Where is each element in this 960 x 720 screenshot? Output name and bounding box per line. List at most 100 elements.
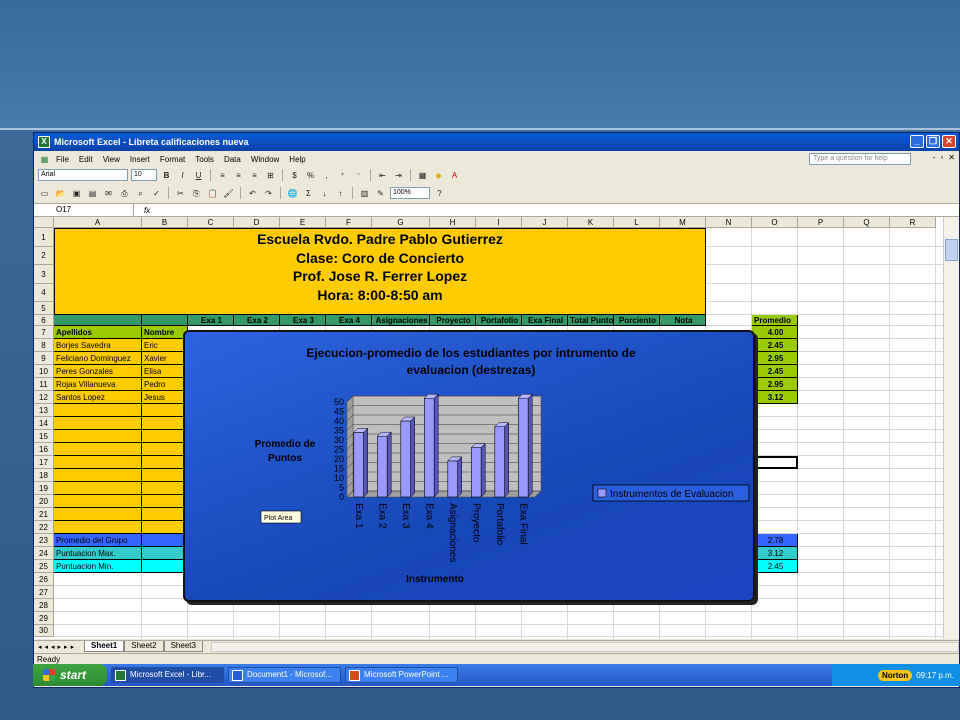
menu-window[interactable]: Window — [246, 155, 284, 164]
column-header[interactable]: C — [188, 217, 234, 228]
column-label[interactable]: Exa 4 — [326, 315, 372, 326]
start-button[interactable]: start — [33, 664, 107, 686]
column-header[interactable]: L — [614, 217, 660, 228]
summary-spacer[interactable] — [142, 534, 188, 547]
row-header[interactable]: 4 — [34, 284, 54, 302]
column-header[interactable]: P — [798, 217, 844, 228]
column-label[interactable]: Exa 3 — [280, 315, 326, 326]
row-header[interactable]: 25 — [34, 560, 54, 573]
empty-cell[interactable] — [142, 417, 188, 430]
merge-center-icon[interactable]: ⊞ — [264, 169, 277, 182]
borders-icon[interactable]: ▦ — [416, 169, 429, 182]
row-header[interactable]: 3 — [34, 265, 54, 284]
empty-cell[interactable] — [142, 404, 188, 417]
spelling-icon[interactable]: ✓ — [150, 187, 163, 200]
row-header[interactable]: 22 — [34, 521, 54, 534]
doc-minimize-icon[interactable]: - — [933, 153, 936, 162]
summary-label[interactable]: Puntuacion Max. — [54, 547, 142, 560]
row-header[interactable]: 20 — [34, 495, 54, 508]
tab-sheet2[interactable]: Sheet2 — [124, 641, 164, 652]
font-name-combo[interactable]: Arial — [38, 169, 128, 181]
zoom-combo[interactable]: 100% — [390, 187, 430, 199]
apellidos-header[interactable]: Apellidos — [54, 326, 142, 339]
doc-restore-icon[interactable]: ▫ — [940, 153, 943, 162]
print-icon[interactable]: ⎙ — [118, 187, 131, 200]
row-header[interactable]: 27 — [34, 586, 54, 599]
row-header[interactable]: 24 — [34, 547, 54, 560]
row-header[interactable]: 26 — [34, 573, 54, 586]
menu-insert[interactable]: Insert — [125, 155, 155, 164]
column-header[interactable]: F — [326, 217, 372, 228]
empty-cell[interactable] — [142, 482, 188, 495]
column-label[interactable]: Asignaciones — [372, 315, 430, 326]
header-spacer[interactable] — [54, 315, 142, 326]
print-preview-icon[interactable]: ⌕ — [134, 187, 147, 200]
format-painter-icon[interactable]: 🖌 — [222, 187, 235, 200]
help-icon[interactable]: ? — [433, 187, 446, 200]
drawing-icon[interactable]: ✎ — [374, 187, 387, 200]
student-nombre[interactable]: Pedro — [142, 378, 188, 391]
currency-icon[interactable]: $ — [288, 169, 301, 182]
column-label[interactable]: Exa 1 — [188, 315, 234, 326]
empty-cell[interactable] — [142, 495, 188, 508]
chart-wizard-icon[interactable]: ▥ — [358, 187, 371, 200]
row-header[interactable]: 2 — [34, 247, 54, 265]
row-header[interactable]: 5 — [34, 302, 54, 315]
cut-icon[interactable]: ✂ — [174, 187, 187, 200]
menu-format[interactable]: Format — [155, 155, 190, 164]
tab-nav-arrows[interactable]: ◂◂◂▸▸▸ — [34, 643, 84, 651]
percent-icon[interactable]: % — [304, 169, 317, 182]
empty-cell[interactable] — [54, 430, 142, 443]
sort-asc-icon[interactable]: ↓ — [318, 187, 331, 200]
column-header[interactable]: H — [430, 217, 476, 228]
row-header[interactable]: 30 — [34, 625, 54, 637]
italic-button[interactable]: I — [176, 169, 189, 182]
horizontal-scrollbar[interactable] — [210, 641, 959, 652]
row-header[interactable]: 8 — [34, 339, 54, 352]
empty-cell[interactable] — [54, 469, 142, 482]
column-header[interactable]: K — [568, 217, 614, 228]
scroll-thumb[interactable] — [945, 239, 958, 261]
menu-edit[interactable]: Edit — [74, 155, 98, 164]
fill-color-icon[interactable]: ◆ — [432, 169, 445, 182]
empty-cell[interactable] — [54, 495, 142, 508]
column-header[interactable]: Q — [844, 217, 890, 228]
chart-object[interactable]: Ejecucion-promedio de los estudiantes po… — [183, 330, 755, 602]
column-label[interactable]: Nota — [660, 315, 706, 326]
norton-badge[interactable]: Norton — [877, 669, 913, 681]
autosum-icon[interactable]: Σ — [302, 187, 315, 200]
column-header[interactable]: I — [476, 217, 522, 228]
task-word[interactable]: Document1 - Microsof... — [228, 667, 341, 683]
select-all-corner[interactable] — [34, 217, 54, 228]
email-icon[interactable]: ✉ — [102, 187, 115, 200]
column-header[interactable]: E — [280, 217, 326, 228]
new-icon[interactable]: ▭ — [38, 187, 51, 200]
name-box[interactable]: O17 — [34, 204, 134, 216]
empty-cell[interactable] — [142, 521, 188, 534]
row-header[interactable]: 7 — [34, 326, 54, 339]
font-color-icon[interactable]: A — [448, 169, 461, 182]
student-nombre[interactable]: Xavier — [142, 352, 188, 365]
row-header[interactable]: 28 — [34, 599, 54, 612]
increase-decimal-icon[interactable]: ⁺ — [336, 169, 349, 182]
empty-cell[interactable] — [54, 508, 142, 521]
student-apellidos[interactable]: Rojas Villanueva — [54, 378, 142, 391]
empty-cell[interactable] — [54, 521, 142, 534]
align-right-icon[interactable]: ≡ — [248, 169, 261, 182]
redo-icon[interactable]: ↷ — [262, 187, 275, 200]
column-header[interactable]: R — [890, 217, 936, 228]
empty-cell[interactable] — [54, 482, 142, 495]
empty-cell[interactable] — [142, 430, 188, 443]
copy-icon[interactable]: ⎘ — [190, 187, 203, 200]
row-header[interactable]: 21 — [34, 508, 54, 521]
undo-icon[interactable]: ↶ — [246, 187, 259, 200]
row-header[interactable]: 1 — [34, 228, 54, 247]
empty-cell[interactable] — [54, 456, 142, 469]
row-header[interactable]: 14 — [34, 417, 54, 430]
font-size-combo[interactable]: 10 — [131, 169, 157, 181]
summary-label[interactable]: Puntuacion Min. — [54, 560, 142, 573]
empty-cell[interactable] — [142, 443, 188, 456]
column-header[interactable]: D — [234, 217, 280, 228]
empty-cell[interactable] — [54, 443, 142, 456]
row-header[interactable]: 19 — [34, 482, 54, 495]
